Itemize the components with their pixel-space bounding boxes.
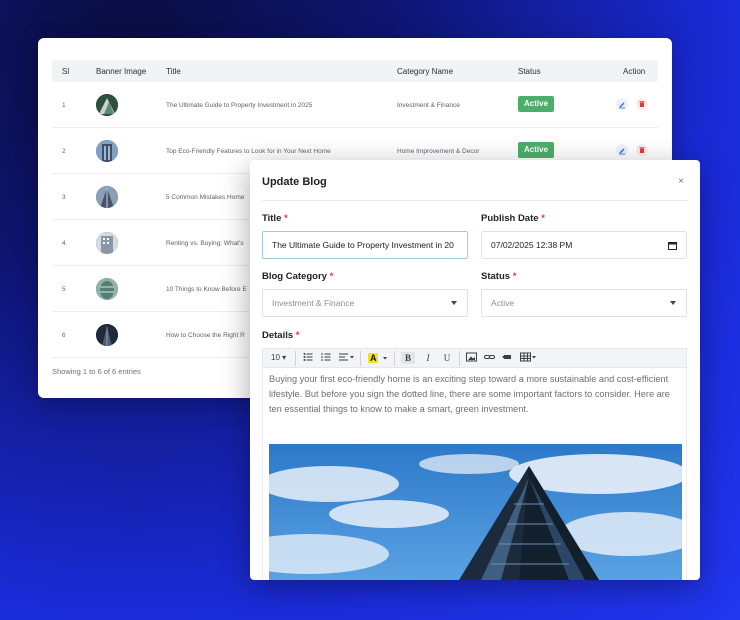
font-size-dropdown[interactable]: 10 ▾ <box>271 352 286 364</box>
editor-toolbar: 10 ▾ A B I U <box>262 348 687 368</box>
row-sl: 4 <box>62 240 66 247</box>
row-title[interactable]: Renting vs. Buying: What's <box>166 240 243 247</box>
row-category: Home Improvement & Decor <box>397 148 480 155</box>
rich-text-editor[interactable]: Buying your first eco-friendly home is a… <box>262 368 687 580</box>
calendar-icon[interactable] <box>668 241 677 250</box>
row-title[interactable]: 5 Common Mistakes Home <box>166 194 244 201</box>
text-color-icon[interactable]: A <box>368 352 390 364</box>
editor-image <box>269 444 682 580</box>
numbered-list-icon[interactable] <box>321 352 331 364</box>
align-dropdown-icon[interactable] <box>339 352 355 364</box>
chevron-down-icon <box>451 301 457 305</box>
banner-thumbnail <box>96 324 118 346</box>
table-row: 1 The Ultimate Guide to Property Investm… <box>52 82 658 128</box>
edit-button[interactable] <box>616 144 628 156</box>
header-category: Category Name <box>397 67 454 76</box>
video-icon[interactable] <box>502 352 513 364</box>
blog-category-select[interactable]: Investment & Finance <box>262 289 468 317</box>
close-icon: × <box>678 176 684 187</box>
bullet-list-icon[interactable] <box>303 352 313 364</box>
row-title[interactable]: 10 Things to Know Before E <box>166 286 247 293</box>
table-icon[interactable] <box>520 352 538 364</box>
chevron-down-icon <box>670 301 676 305</box>
blog-category-label: Blog Category * <box>262 271 334 282</box>
delete-button[interactable] <box>636 98 648 110</box>
row-title[interactable]: Top Eco-Friendly Features to Look for in… <box>166 148 331 155</box>
pencil-icon <box>619 102 625 109</box>
close-button[interactable]: × <box>678 176 684 187</box>
divider <box>262 200 688 201</box>
status-badge: Active <box>518 96 555 112</box>
status-badge: Active <box>518 142 555 158</box>
link-icon[interactable] <box>484 352 495 364</box>
row-category: Investment & Finance <box>397 102 460 109</box>
row-sl: 3 <box>62 194 66 201</box>
details-label: Details * <box>262 330 300 341</box>
editor-content[interactable]: Buying your first eco-friendly home is a… <box>269 372 681 417</box>
pagination-info: Showing 1 to 6 of 6 entries <box>52 367 141 376</box>
trash-icon <box>639 101 645 107</box>
header-sl: Sl <box>62 67 70 76</box>
bold-button[interactable]: B <box>401 352 415 364</box>
header-action: Action <box>623 67 646 76</box>
banner-thumbnail <box>96 94 118 116</box>
status-label: Status * <box>481 271 517 282</box>
publish-date-label: Publish Date * <box>481 213 545 224</box>
header-banner-image: Banner Image <box>96 67 147 76</box>
table-header: Sl Banner Image Title Category Name Stat… <box>52 60 658 82</box>
trash-icon <box>639 147 645 153</box>
underline-button[interactable]: U <box>441 352 453 364</box>
header-status: Status <box>518 67 541 76</box>
italic-button[interactable]: I <box>422 352 434 364</box>
row-sl: 1 <box>62 102 66 109</box>
status-select[interactable]: Active <box>481 289 687 317</box>
row-sl: 5 <box>62 286 66 293</box>
row-sl: 2 <box>62 148 66 155</box>
banner-thumbnail <box>96 186 118 208</box>
row-title[interactable]: How to Choose the Right R <box>166 332 245 339</box>
row-title[interactable]: The Ultimate Guide to Property Investmen… <box>166 102 312 109</box>
publish-date-input[interactable]: 07/02/2025 12:38 PM <box>481 231 687 259</box>
edit-button[interactable] <box>616 98 628 110</box>
title-label: Title * <box>262 213 288 224</box>
svg-text:A: A <box>370 353 377 363</box>
delete-button[interactable] <box>636 144 648 156</box>
modal-title: Update Blog <box>262 176 327 188</box>
banner-thumbnail <box>96 278 118 300</box>
title-input[interactable]: The Ultimate Guide to Property Investmen… <box>262 231 468 259</box>
update-blog-modal: Update Blog × Title * The Ultimate Guide… <box>250 160 700 580</box>
banner-thumbnail <box>96 232 118 254</box>
image-icon[interactable] <box>466 352 477 364</box>
pencil-icon <box>619 148 625 155</box>
header-title: Title <box>166 67 181 76</box>
row-sl: 6 <box>62 332 66 339</box>
banner-thumbnail <box>96 140 118 162</box>
